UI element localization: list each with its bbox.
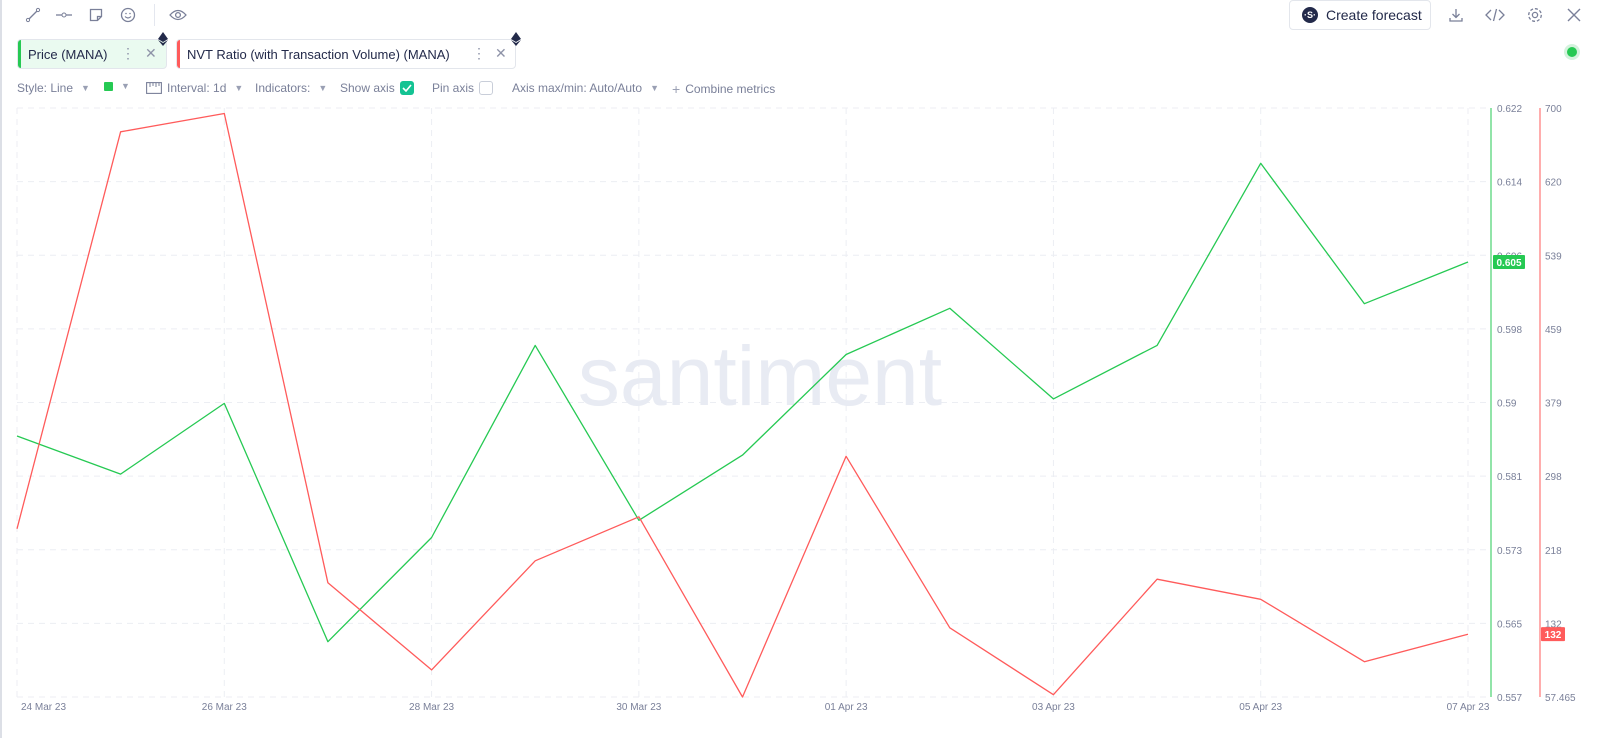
price-axis-tick-label: 0.573 [1497,546,1522,557]
chevron-down-icon: ▼ [650,83,659,93]
price-axis-tick-label: 0.614 [1497,178,1522,189]
nvt-axis-tick-label: 218 [1545,546,1562,557]
nvt-axis-tick-label: 57.465 [1545,693,1576,704]
chevron-down-icon: ▼ [318,83,328,93]
nvt-last-value-label: 132 [1545,630,1562,641]
price-last-value-label: 0.605 [1496,258,1521,269]
x-tick-label: 30 Mar 23 [616,702,661,713]
nvt-axis-tick-label: 539 [1545,251,1562,262]
pin-axis-toggle[interactable]: Pin axis [432,81,494,95]
price-axis-tick-label: 0.581 [1497,472,1522,483]
price-axis-tick-label: 0.622 [1497,104,1522,115]
metric-color-bar [177,40,180,68]
line-drawing-icon[interactable] [21,4,45,26]
ethereum-icon [511,32,521,46]
ethereum-icon [158,32,168,46]
toolbar-divider [154,4,155,26]
remove-metric-icon[interactable]: ✕ [495,45,507,62]
x-tick-label: 01 Apr 23 [825,702,868,713]
indicators-label: Indicators: [255,81,311,95]
indicators-dropdown[interactable]: Indicators: ▼ [255,81,327,95]
chart-area[interactable]: santiment 24 Mar 23 26 Mar 23 28 Mar 23 30 … [0,100,1600,738]
eye-icon[interactable] [166,4,190,26]
plus-icon: + [672,81,681,97]
combine-metrics-button[interactable]: + Combine metrics [672,81,775,97]
remove-metric-icon[interactable]: ✕ [145,45,157,62]
price-axis-tick-label: 0.598 [1497,325,1522,336]
nvt-axis-tick-label: 620 [1545,178,1562,189]
price-axis-tick-label: 0.557 [1497,693,1522,704]
embed-code-icon[interactable] [1483,4,1507,26]
metric-label: Price (MANA) [28,47,108,62]
settings-icon[interactable] [1523,4,1547,26]
more-options-icon[interactable]: ⋮ [121,45,135,62]
ruler-icon [146,82,162,94]
create-forecast-button[interactable]: ·S· Create forecast [1289,0,1431,30]
metric-chip-nvt[interactable]: NVT Ratio (with Transaction Volume) (MAN… [176,32,521,69]
note-icon[interactable] [84,4,108,26]
nvt-axis-tick-label: 379 [1545,399,1562,410]
download-icon[interactable] [1444,4,1468,26]
chevron-down-icon: ▼ [121,81,130,91]
color-swatch [104,81,113,91]
show-axis-label: Show axis [340,81,395,95]
axis-maxmin-dropdown[interactable]: Axis max/min: Auto/Auto ▼ [512,81,659,95]
pin-axis-checkbox[interactable] [479,81,494,95]
show-axis-checkbox[interactable] [399,81,414,95]
close-icon[interactable] [1562,4,1586,26]
chevron-down-icon: ▼ [81,83,90,93]
nvt-axis-tick-label: 298 [1545,472,1562,483]
pin-axis-label: Pin axis [432,81,475,95]
nvt-axis-tick-label: 459 [1545,325,1562,336]
metric-label: NVT Ratio (with Transaction Volume) (MAN… [187,47,450,62]
style-dropdown[interactable]: Style: Line ▼ [17,81,90,95]
metric-color-bar [18,40,21,68]
combine-metrics-label: Combine metrics [685,82,776,96]
interval-dropdown[interactable]: Interval: 1d ▼ [146,81,243,95]
x-tick-label: 07 Apr 23 [1447,702,1490,713]
chevron-down-icon: ▼ [234,83,244,93]
create-forecast-label: Create forecast [1326,7,1422,23]
color-picker-dropdown[interactable]: ▼ [104,81,130,91]
live-status-dot [1567,47,1577,57]
show-axis-toggle[interactable]: Show axis [340,81,414,95]
nvt-axis-tick-label: 700 [1545,104,1562,115]
x-tick-label: 05 Apr 23 [1239,702,1282,713]
emoji-icon[interactable] [116,4,140,26]
x-tick-label: 24 Mar 23 [21,702,66,713]
interval-label: Interval: 1d [167,81,227,95]
horizontal-line-icon[interactable] [52,4,76,26]
metric-chip-price[interactable]: Price (MANA) ⋮ ✕ [17,32,168,69]
santiment-watermark: santiment [578,329,942,423]
x-tick-label: 26 Mar 23 [202,702,247,713]
price-axis-tick-label: 0.59 [1497,399,1517,410]
x-tick-label: 03 Apr 23 [1032,702,1075,713]
x-tick-label: 28 Mar 23 [409,702,454,713]
axis-maxmin-label: Axis max/min: Auto/Auto [512,81,643,95]
style-label: Style: Line [17,81,74,95]
price-axis-tick-label: 0.565 [1497,619,1522,630]
more-options-icon[interactable]: ⋮ [472,45,486,62]
santiment-logo-icon: ·S· [1302,7,1318,23]
